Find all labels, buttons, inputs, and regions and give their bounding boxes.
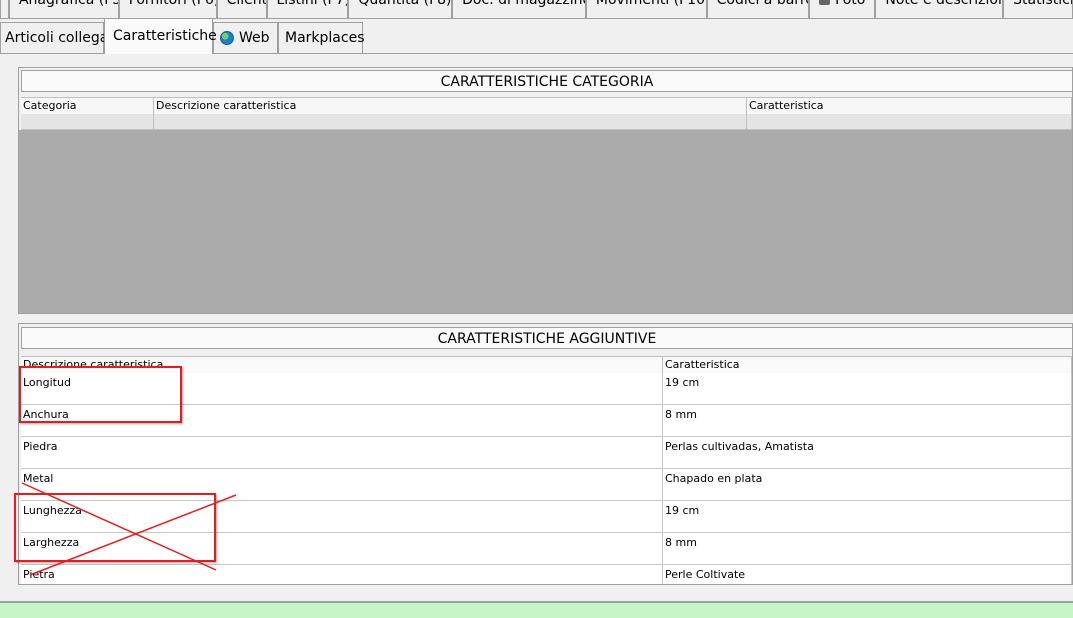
table-row[interactable]: Larghezza 8 mm xyxy=(21,533,1072,565)
cell-caratteristica[interactable]: Perle Coltivate xyxy=(663,565,1072,584)
cell-caratteristica[interactable]: 8 mm xyxy=(663,405,1072,436)
tab-note-descrizioni[interactable]: Note e descrizioni xyxy=(875,0,1004,19)
globe-icon xyxy=(220,31,234,45)
cell-caratteristica[interactable]: 19 cm xyxy=(663,501,1072,532)
category-characteristics-panel: CARATTERISTICHE CATEGORIA Categoria Desc… xyxy=(18,67,1073,314)
tab-statistiche[interactable]: Statistiche xyxy=(1003,0,1073,19)
camera-icon xyxy=(819,0,831,5)
tab-label: Fornitori (F6) xyxy=(128,0,217,8)
tab-label: Clienti xyxy=(226,0,266,8)
additional-characteristics-panel: CARATTERISTICHE AGGIUNTIVE Descrizione c… xyxy=(18,323,1073,585)
column-header-caratteristica[interactable]: Caratteristica xyxy=(747,98,1072,114)
tab-label: Articoli collegati xyxy=(5,29,118,46)
tab-spacer xyxy=(0,0,9,19)
tab-doc-magazzino[interactable]: Doc. di magazzino xyxy=(452,0,586,19)
table-row[interactable]: Anchura 8 mm xyxy=(21,405,1072,437)
table-row[interactable]: Longitud 19 cm xyxy=(21,373,1072,405)
sub-tab-bar: Articoli collegati Caratteristiche Web M… xyxy=(0,18,1073,54)
tab-caratteristiche[interactable]: Caratteristiche xyxy=(104,18,217,54)
tab-listini[interactable]: Listini (F7) xyxy=(266,0,349,19)
status-bar xyxy=(0,601,1073,618)
cell-descrizione[interactable]: Larghezza xyxy=(21,533,663,564)
tab-label: Anagrafica (F5) xyxy=(18,0,119,8)
tab-web[interactable]: Web xyxy=(213,22,278,53)
cell-descrizione[interactable]: Pietra xyxy=(21,565,663,584)
cell-caratteristica[interactable]: 19 cm xyxy=(663,373,1072,404)
tab-markplaces[interactable]: Markplaces xyxy=(278,22,365,53)
table-row[interactable]: Pietra Perle Coltivate xyxy=(21,565,1072,584)
cell-descrizione[interactable]: Longitud xyxy=(21,373,663,404)
tab-movimenti[interactable]: Movimenti (F10) xyxy=(585,0,707,19)
cell-descrizione[interactable]: Piedra xyxy=(21,437,663,468)
cell-caratteristica[interactable]: Chapado en plata xyxy=(663,469,1072,500)
tab-label: Note e descrizioni xyxy=(885,0,1004,8)
panel-title: CARATTERISTICHE AGGIUNTIVE xyxy=(21,327,1072,349)
empty-grid-row[interactable] xyxy=(21,114,1072,130)
tab-label: Foto xyxy=(835,0,866,8)
tab-fornitori[interactable]: Fornitori (F6) xyxy=(118,0,217,19)
tab-label: Web xyxy=(239,29,270,46)
tab-label: Listini (F7) xyxy=(276,0,349,8)
cell-caratteristica[interactable]: Perlas cultivadas, Amatista xyxy=(663,437,1072,468)
tab-label: Movimenti (F10) xyxy=(595,0,707,8)
tab-label: Caratteristiche xyxy=(113,28,217,44)
tab-label: Statistiche xyxy=(1013,0,1072,8)
tab-foto[interactable]: Foto xyxy=(809,0,876,19)
panel-title: CARATTERISTICHE CATEGORIA xyxy=(21,70,1072,92)
table-row[interactable]: Metal Chapado en plata xyxy=(21,469,1072,501)
tab-quantita[interactable]: Quantità (F8) xyxy=(348,0,453,19)
grid-empty-area xyxy=(19,130,1072,313)
grid-header: Descrizione caratteristica Caratteristic… xyxy=(21,356,1072,374)
tab-label: Markplaces xyxy=(285,29,365,46)
table-row[interactable]: Lunghezza 19 cm xyxy=(21,501,1072,533)
additional-rows: Longitud 19 cm Anchura 8 mm Piedra Perlas c… xyxy=(21,373,1072,584)
column-header-caratteristica[interactable]: Caratteristica xyxy=(663,357,1072,373)
column-header-descrizione[interactable]: Descrizione caratteristica xyxy=(154,98,747,114)
tab-label: Codici a barre xyxy=(716,0,810,8)
cell-descrizione[interactable]: Anchura xyxy=(21,405,663,436)
tab-articoli-collegati[interactable]: Articoli collegati xyxy=(0,22,118,53)
main-tab-bar: Anagrafica (F5) Fornitori (F6) Clienti L… xyxy=(0,0,1073,19)
tab-label: Doc. di magazzino xyxy=(462,0,586,8)
cell-descrizione[interactable]: Metal xyxy=(21,469,663,500)
cell-descrizione[interactable]: Lunghezza xyxy=(21,501,663,532)
column-header-descrizione[interactable]: Descrizione caratteristica xyxy=(21,357,663,373)
tab-clienti[interactable]: Clienti xyxy=(216,0,267,19)
cell-caratteristica[interactable]: 8 mm xyxy=(663,533,1072,564)
column-header-categoria[interactable]: Categoria xyxy=(21,98,154,114)
tab-anagrafica[interactable]: Anagrafica (F5) xyxy=(8,0,119,19)
tab-label: Quantità (F8) xyxy=(358,0,452,8)
grid-header: Categoria Descrizione caratteristica Car… xyxy=(21,97,1072,115)
tab-codici-barre[interactable]: Codici a barre xyxy=(706,0,810,19)
table-row[interactable]: Piedra Perlas cultivadas, Amatista xyxy=(21,437,1072,469)
